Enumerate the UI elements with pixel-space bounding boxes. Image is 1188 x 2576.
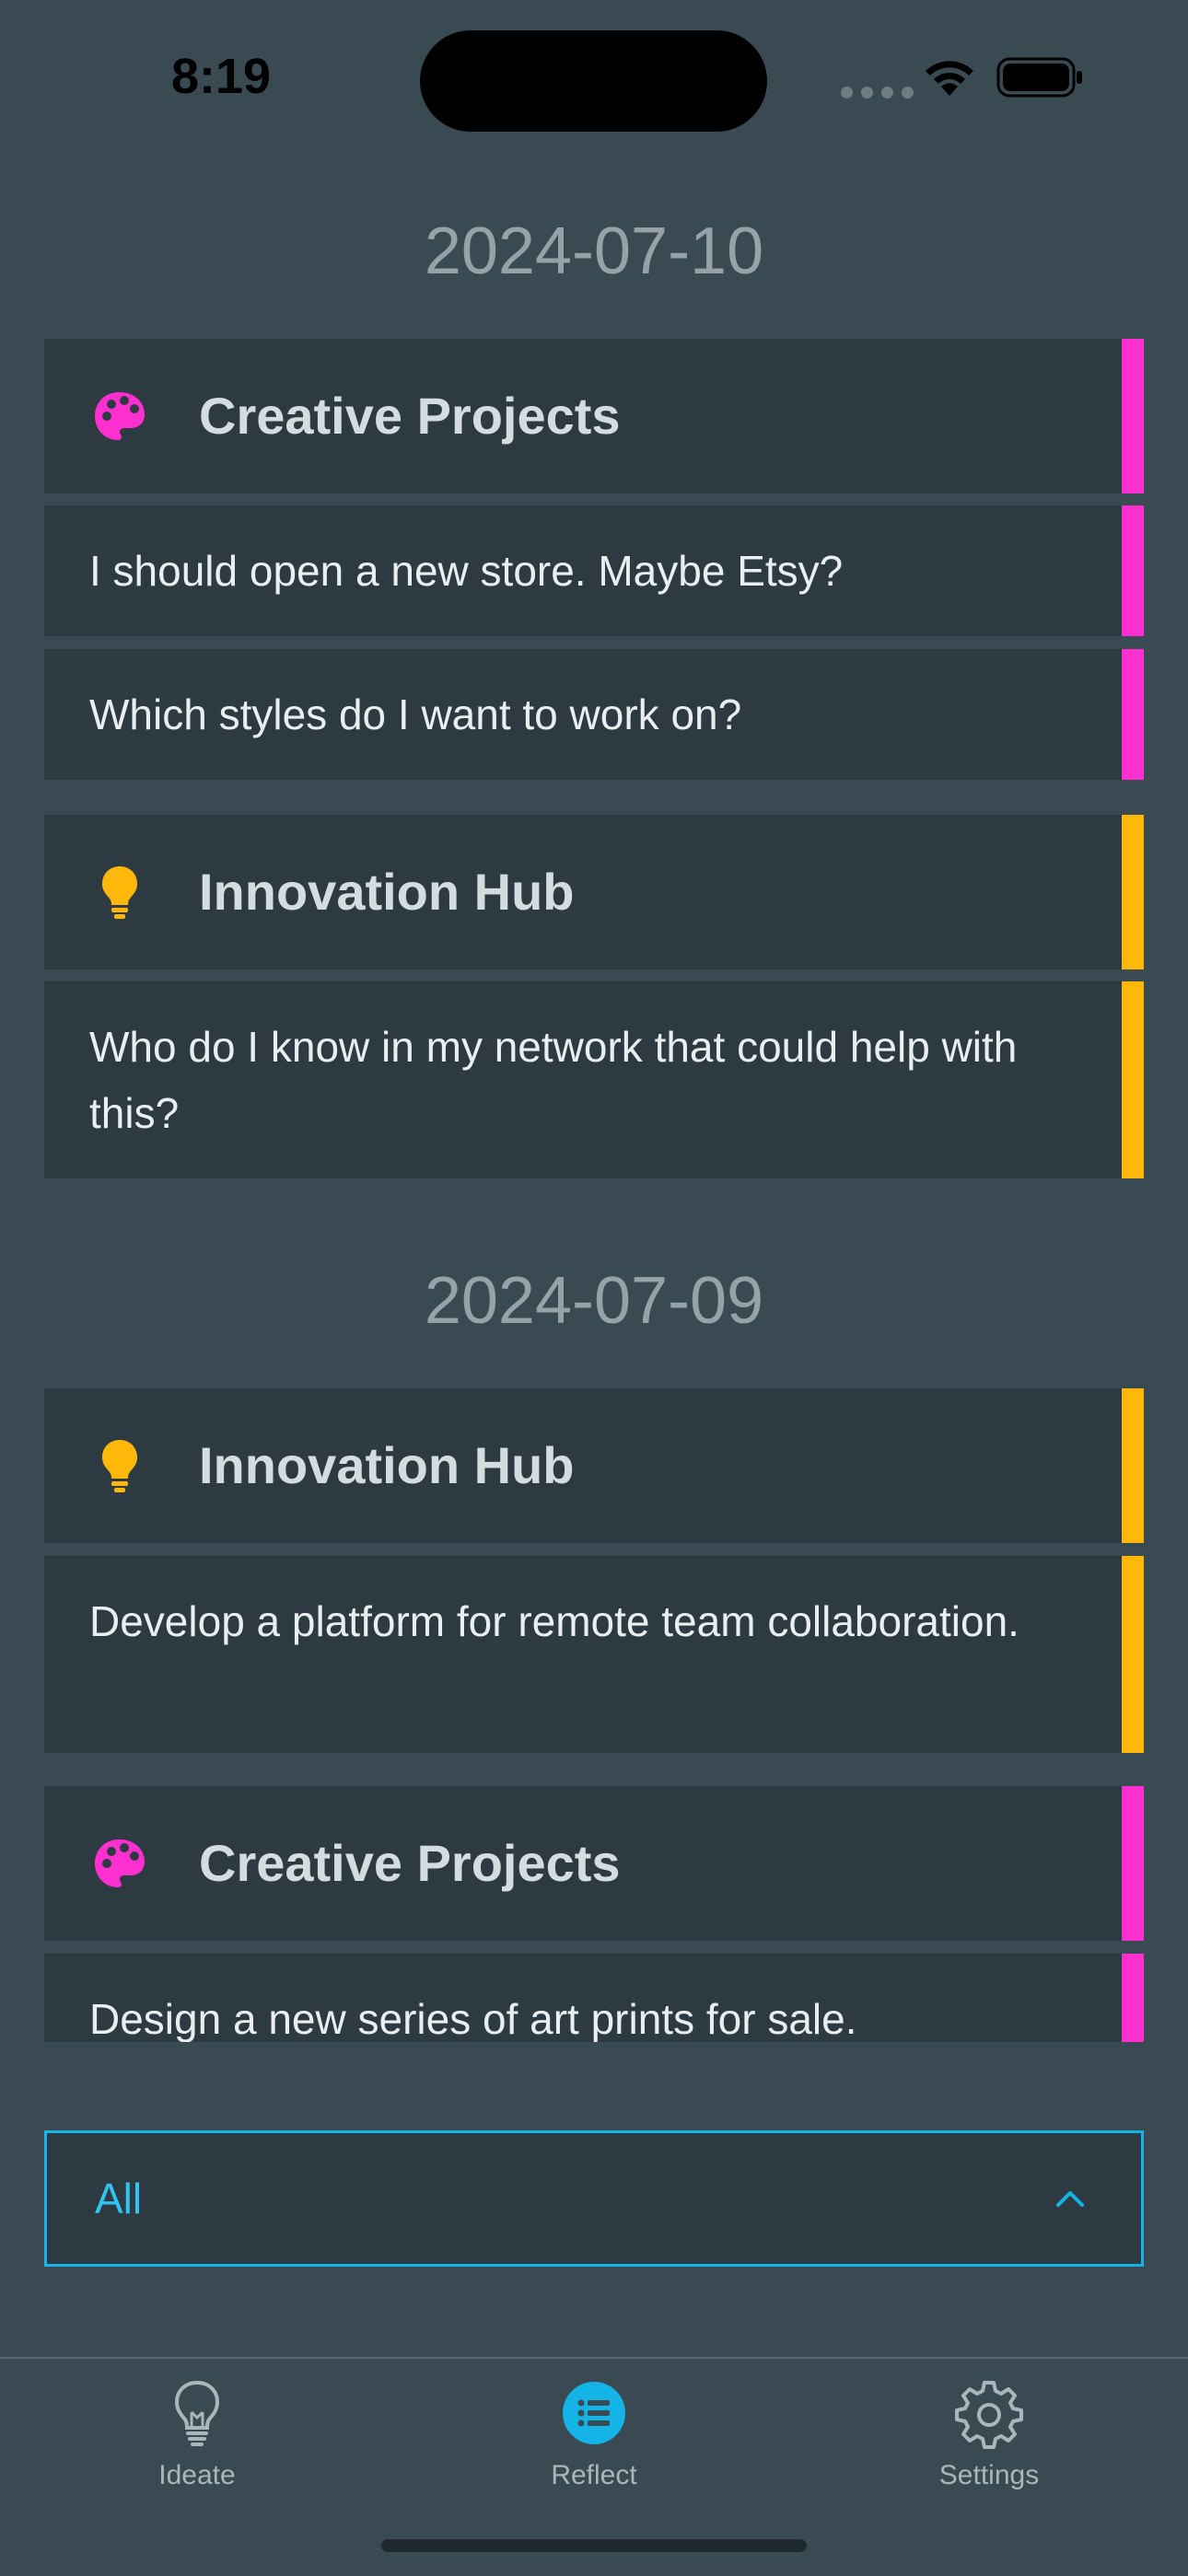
tab-ideate[interactable]: Ideate (59, 2359, 335, 2515)
category-color-bar (1122, 1954, 1144, 2042)
category-color-bar (1122, 505, 1144, 636)
date-heading: 2024-07-10 (424, 215, 764, 288)
status-time: 8:19 (171, 49, 272, 104)
idea-text: Who do I know in my network that could h… (89, 1023, 1018, 1137)
category-header-innovation-hub[interactable]: Innovation Hub (44, 815, 1144, 969)
dynamic-island (420, 30, 767, 132)
category-header-creative-projects[interactable]: Creative Projects (44, 339, 1144, 493)
palette-icon (95, 392, 145, 440)
idea-text: Develop a platform for remote team colla… (89, 1597, 1019, 1645)
filter-selected-value: All (95, 2175, 143, 2222)
idea-item[interactable]: Design a new series of art prints for sa… (44, 1954, 1144, 2042)
tab-reflect[interactable]: Reflect (456, 2359, 732, 2515)
tab-label: Reflect (551, 2460, 637, 2490)
category-title: Innovation Hub (199, 1436, 575, 1494)
wifi-icon (926, 61, 973, 96)
date-heading: 2024-07-09 (424, 1264, 764, 1338)
tab-label: Settings (938, 2460, 1040, 2490)
palette-icon (95, 1839, 145, 1887)
lightbulb-icon (102, 1440, 137, 1492)
category-color-bar (1122, 981, 1144, 1178)
category-header-creative-projects[interactable]: Creative Projects (44, 1786, 1144, 1941)
idea-item[interactable]: Who do I know in my network that could h… (44, 981, 1144, 1178)
home-indicator (381, 2539, 807, 2552)
idea-item[interactable]: Develop a platform for remote team colla… (44, 1556, 1144, 1753)
category-color-bar (1122, 339, 1144, 493)
category-title: Creative Projects (199, 387, 621, 445)
idea-item[interactable]: Which styles do I want to work on? (44, 649, 1144, 780)
tab-label: Ideate (158, 2460, 236, 2490)
tab-settings[interactable]: Settings (851, 2359, 1127, 2515)
category-title: Creative Projects (199, 1834, 621, 1892)
category-header-innovation-hub[interactable]: Innovation Hub (44, 1388, 1144, 1543)
category-color-bar (1122, 815, 1144, 969)
ideas-list[interactable]: 2024-07-10 Creative Projects I should op… (0, 157, 1188, 2042)
idea-text: I should open a new store. Maybe Etsy? (89, 547, 844, 595)
battery-icon (996, 57, 1082, 98)
category-color-bar (1122, 649, 1144, 780)
category-title: Innovation Hub (199, 863, 575, 921)
cellular-signal-icon (841, 87, 914, 99)
category-color-bar (1122, 1388, 1144, 1543)
idea-item[interactable]: I should open a new store. Maybe Etsy? (44, 505, 1144, 636)
idea-text: Which styles do I want to work on? (89, 690, 742, 738)
idea-text: Design a new series of art prints for sa… (89, 1995, 857, 2042)
lightbulb-icon (102, 866, 137, 919)
chevron-up-icon (1056, 2191, 1084, 2207)
category-color-bar (1122, 1556, 1144, 1753)
gear-icon (955, 2381, 1023, 2449)
category-color-bar (1122, 1786, 1144, 1941)
list-icon (563, 2382, 625, 2444)
category-filter-select[interactable]: All (44, 2130, 1144, 2267)
status-bar: 8:19 (0, 0, 1188, 157)
lightbulb-outline-icon (174, 2380, 220, 2446)
